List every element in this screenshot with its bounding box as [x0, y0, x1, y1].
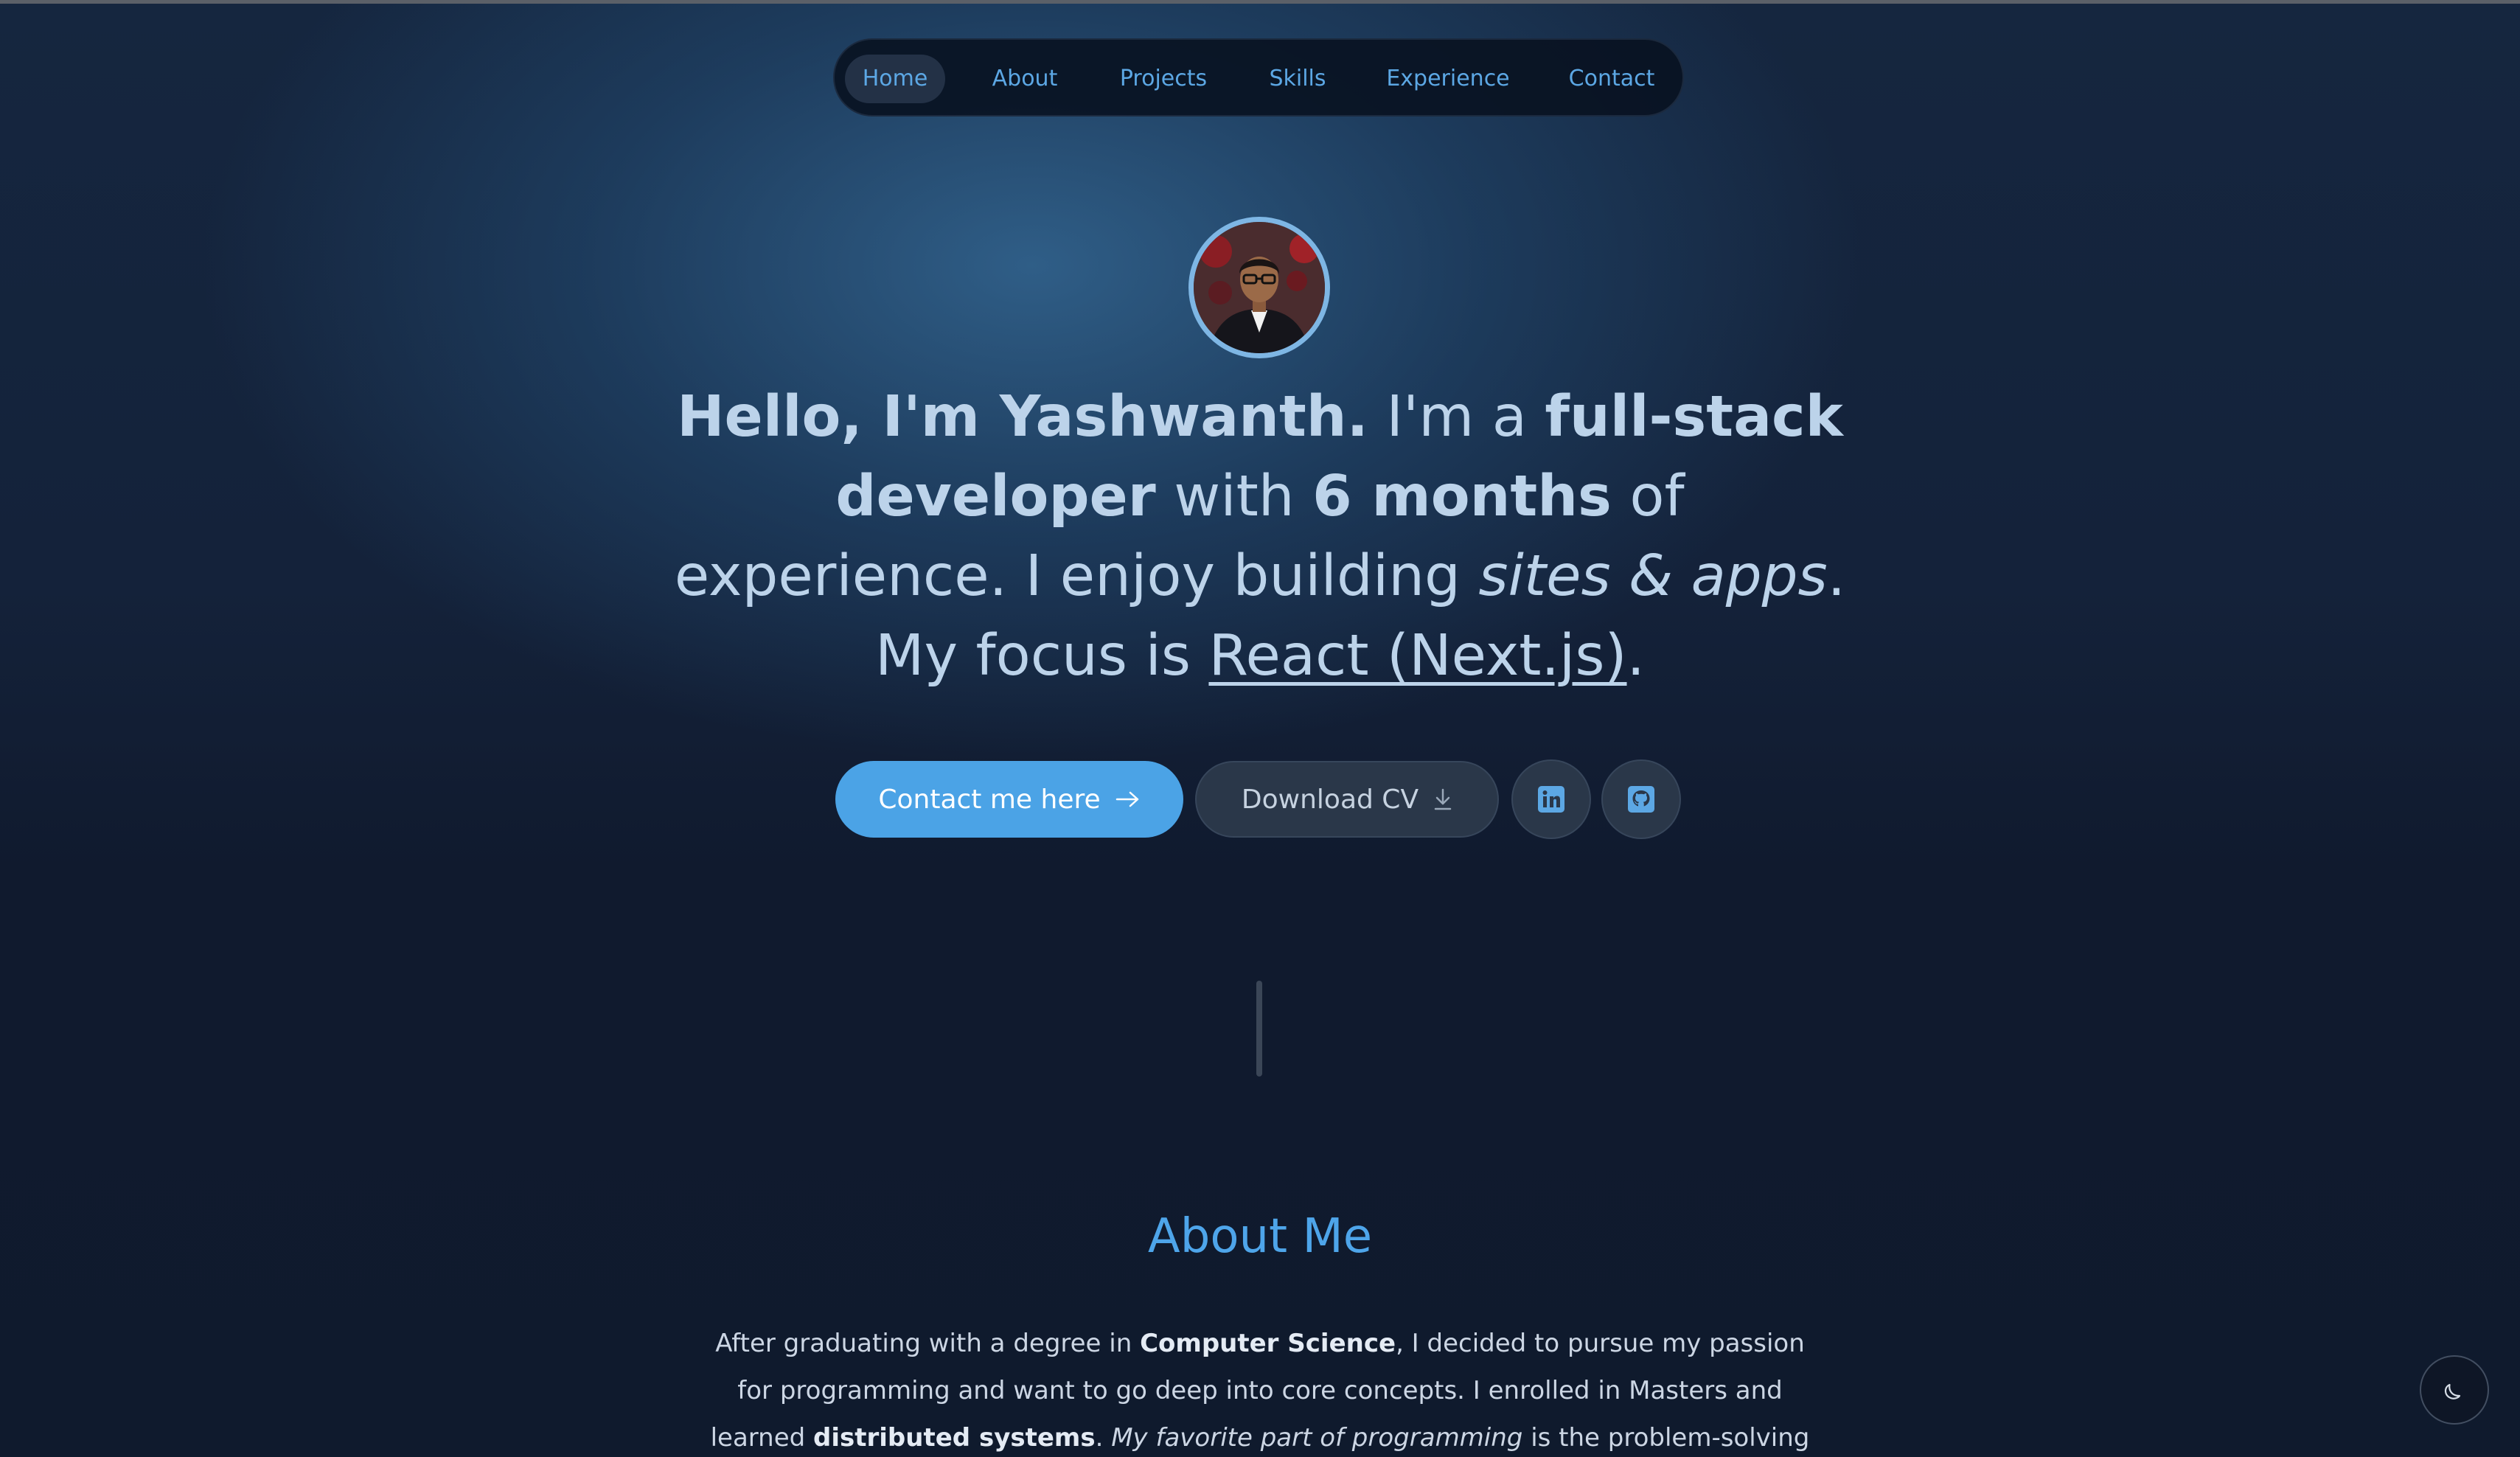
profile-photo [1194, 222, 1325, 353]
theme-toggle-button[interactable] [2420, 1355, 2489, 1425]
about-title: About Me [1147, 1209, 1373, 1264]
about-text: . [1095, 1423, 1112, 1453]
hero-greeting: Hello, I'm Yashwanth. [677, 384, 1368, 450]
linkedin-button[interactable] [1511, 759, 1591, 839]
about-favorite: My favorite part of programming [1111, 1423, 1523, 1453]
about-topic: distributed systems [813, 1423, 1096, 1453]
nav-item-projects[interactable]: Projects [1103, 55, 1224, 103]
hero-text: with [1155, 464, 1313, 529]
contact-button-label: Contact me here [878, 784, 1101, 815]
hero-text: . [1626, 623, 1645, 689]
hero-duration: 6 months [1312, 464, 1612, 529]
linkedin-icon [1538, 786, 1564, 813]
hero-builds: sites & apps [1478, 543, 1828, 609]
download-cv-button[interactable]: Download CV [1195, 761, 1499, 838]
github-button[interactable] [1601, 759, 1681, 839]
nav-item-home[interactable]: Home [845, 55, 945, 103]
nav-item-contact[interactable]: Contact [1554, 55, 1669, 103]
moon-icon [2444, 1383, 2461, 1399]
window-top-border [0, 0, 2520, 4]
main-nav: Home About Projects Skills Experience Co… [833, 38, 1684, 117]
download-icon [1434, 788, 1452, 810]
hero-text: I'm a [1368, 384, 1545, 450]
arrow-right-icon [1115, 791, 1138, 807]
github-icon [1628, 786, 1654, 813]
contact-me-button[interactable]: Contact me here [835, 761, 1183, 838]
nav-item-experience[interactable]: Experience [1370, 55, 1526, 103]
avatar [1188, 217, 1330, 358]
section-divider [1256, 981, 1262, 1077]
hero-focus-link[interactable]: React (Next.js) [1208, 623, 1626, 689]
about-text: After graduating with a degree in [715, 1329, 1141, 1358]
nav-item-about[interactable]: About [975, 55, 1075, 103]
about-paragraph: After graduating with a degree in Comput… [708, 1320, 1812, 1457]
nav-item-skills[interactable]: Skills [1253, 55, 1342, 103]
cv-button-label: Download CV [1241, 784, 1419, 815]
hero-headline: Hello, I'm Yashwanth. I'm a full-stack d… [664, 378, 1856, 696]
about-degree: Computer Science [1140, 1329, 1396, 1358]
